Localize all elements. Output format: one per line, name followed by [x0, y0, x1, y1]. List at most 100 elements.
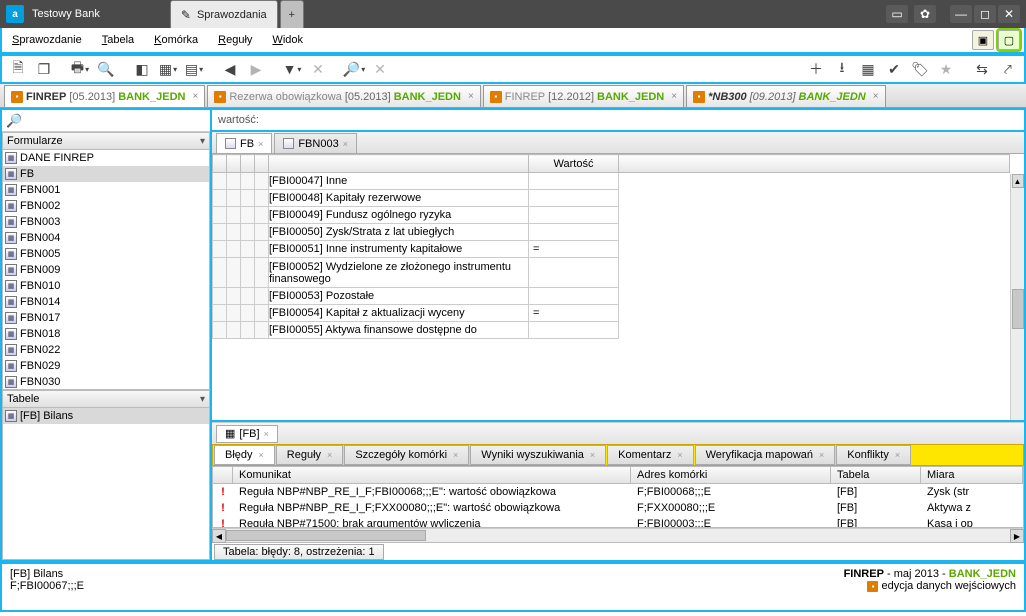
close-button[interactable]: ✕ — [998, 5, 1020, 23]
formularze-item[interactable]: FBN018 — [3, 326, 209, 342]
close-icon[interactable]: × — [677, 450, 682, 460]
toolbar-download-icon[interactable]: ⭳ — [830, 58, 854, 80]
formularze-item[interactable]: FB — [3, 166, 209, 182]
formularze-item[interactable]: FBN029 — [3, 358, 209, 374]
toolbar-clearfilter-icon[interactable]: ✕ — [306, 58, 330, 80]
formularze-item[interactable]: FBN004 — [3, 230, 209, 246]
toolbar-copy-icon[interactable]: ❐ — [32, 58, 56, 80]
row-label[interactable]: [FBI00052] Wydzielone ze złożonego instr… — [269, 258, 529, 288]
bottom-tab[interactable]: Błędy× — [214, 445, 275, 465]
close-icon[interactable]: × — [453, 450, 458, 460]
toolbar-search-icon[interactable]: 🔎 — [342, 58, 366, 80]
search-icon[interactable]: 🔎 — [6, 113, 22, 129]
bottom-tab[interactable]: Komentarz× — [607, 445, 693, 465]
toolbar-forward-icon[interactable]: ▶ — [244, 58, 268, 80]
toolbar-print-icon[interactable]: 🖶 — [68, 58, 92, 80]
close-icon[interactable]: × — [343, 139, 348, 149]
window-tab-sprawozdania[interactable]: ✎ Sprawozdania — [170, 0, 278, 28]
document-tab[interactable]: ▪ Rezerwa obowiązkowa [05.2013] BANK_JED… — [207, 85, 480, 107]
close-icon[interactable]: × — [590, 450, 595, 460]
value-cell[interactable] — [529, 173, 619, 190]
row-label[interactable]: [FBI00054] Kapitał z aktualizacji wyceny — [269, 305, 529, 322]
tabele-header[interactable]: Tabele ▾ — [2, 390, 210, 408]
horizontal-scrollbar[interactable]: ◀▶ — [212, 528, 1024, 542]
menu-widok[interactable]: Widok — [262, 30, 313, 50]
vertical-scrollbar[interactable]: ▲ — [1010, 174, 1024, 420]
close-icon[interactable]: × — [873, 91, 879, 102]
toolbar-tag-icon[interactable]: 🏷 — [908, 58, 932, 80]
formularze-item[interactable]: FBN022 — [3, 342, 209, 358]
close-icon[interactable]: × — [895, 450, 900, 460]
maximize-button[interactable]: ◻ — [974, 5, 996, 23]
toolbar-row-icon[interactable]: ▤ — [182, 58, 206, 80]
formularze-item[interactable]: FBN010 — [3, 278, 209, 294]
close-icon[interactable]: × — [819, 450, 824, 460]
close-icon[interactable]: × — [259, 450, 264, 460]
formularze-item[interactable]: FBN017 — [3, 310, 209, 326]
document-tab[interactable]: ▪ *NB300 [09.2013] BANK_JEDN × — [686, 85, 886, 107]
form-tab-fb[interactable]: FB× — [216, 133, 272, 153]
toolbar-check-icon[interactable]: ✔ — [882, 58, 906, 80]
close-icon[interactable]: × — [468, 91, 474, 102]
toolbar-link-icon[interactable]: ⇆ — [970, 58, 994, 80]
panel-toggle-1[interactable]: ▣ — [972, 30, 994, 50]
toolbar-edit-icon[interactable]: ◧ — [130, 58, 154, 80]
row-label[interactable]: [FBI00049] Fundusz ogólnego ryzyka — [269, 207, 529, 224]
menu-sprawozdanie[interactable]: Sprawozdanie — [2, 30, 92, 50]
row-label[interactable]: [FBI00047] Inne — [269, 173, 529, 190]
minimize-button[interactable]: — — [950, 5, 972, 23]
panel-toggle-2[interactable]: ▢ — [998, 30, 1020, 50]
new-tab-button[interactable]: + — [280, 0, 304, 28]
toolbar-back-icon[interactable]: ◀ — [218, 58, 242, 80]
formularze-item[interactable]: FBN014 — [3, 294, 209, 310]
row-label[interactable]: [FBI00050] Zysk/Strata z lat ubiegłych — [269, 224, 529, 241]
close-icon[interactable]: × — [327, 450, 332, 460]
menu-reguly[interactable]: Reguły — [208, 30, 262, 50]
menu-tabela[interactable]: Tabela — [92, 30, 144, 50]
formularze-item[interactable]: FBN002 — [3, 198, 209, 214]
crumb-tab[interactable]: ▦[FB]× — [216, 425, 278, 443]
document-tab[interactable]: ▪ FINREP [12.2012] BANK_JEDN × — [483, 85, 684, 107]
form-tab-fbn003[interactable]: FBN003× — [274, 133, 357, 153]
layout-icon[interactable]: ▭ — [886, 5, 908, 23]
bottom-tab[interactable]: Konflikty× — [836, 445, 911, 465]
formularze-item[interactable]: FBN003 — [3, 214, 209, 230]
close-icon[interactable]: × — [258, 139, 263, 149]
toolbar-add-icon[interactable]: ＋ — [804, 58, 828, 80]
bottom-tab[interactable]: Reguły× — [276, 445, 344, 465]
row-label[interactable]: [FBI00051] Inne instrumenty kapitałowe — [269, 241, 529, 258]
toolbar-clearsearch-icon[interactable]: ✕ — [368, 58, 392, 80]
value-cell[interactable] — [529, 207, 619, 224]
bottom-tab[interactable]: Weryfikacja mapowań× — [695, 445, 836, 465]
message-row[interactable]: !Reguła NBP#NBP_RE_I_F;FXX00080;;;E": wa… — [213, 500, 1023, 516]
row-label[interactable]: [FBI00053] Pozostałe — [269, 288, 529, 305]
value-cell[interactable] — [529, 322, 619, 339]
formularze-header[interactable]: Formularze ▾ — [2, 132, 210, 150]
formularze-item[interactable]: FBN009 — [3, 262, 209, 278]
formularze-item[interactable]: DANE FINREP — [3, 150, 209, 166]
value-cell[interactable]: = — [529, 241, 619, 258]
close-icon[interactable]: × — [671, 91, 677, 102]
toolbar-star-icon[interactable]: ★ — [934, 58, 958, 80]
toolbar-export-icon[interactable]: ⤤ — [996, 58, 1020, 80]
document-tab-active[interactable]: ▪ FINREP [05.2013] BANK_JEDN × — [4, 85, 205, 107]
message-row[interactable]: !Reguła NBP#71500: brak argumentów wylic… — [213, 516, 1023, 528]
toolbar-grid-icon[interactable]: ▦ — [156, 58, 180, 80]
row-label[interactable]: [FBI00055] Aktywa finansowe dostępne do — [269, 322, 529, 339]
message-row[interactable]: !Reguła NBP#NBP_RE_I_F;FBI00068;;;E": wa… — [213, 484, 1023, 500]
bottom-tab[interactable]: Wyniki wyszukiwania× — [470, 445, 606, 465]
formularze-item[interactable]: FBN001 — [3, 182, 209, 198]
toolbar-calc-icon[interactable]: ▦ — [856, 58, 880, 80]
menu-komorka[interactable]: Komórka — [144, 30, 208, 50]
close-icon[interactable]: × — [264, 429, 269, 439]
formularze-item[interactable]: FBN005 — [3, 246, 209, 262]
toolbar-filter-icon[interactable]: ▼ — [280, 58, 304, 80]
toolbar-preview-icon[interactable]: 🔍 — [94, 58, 118, 80]
close-icon[interactable]: × — [192, 91, 198, 102]
value-cell[interactable]: = — [529, 305, 619, 322]
row-label[interactable]: [FBI00048] Kapitały rezerwowe — [269, 190, 529, 207]
toolbar-new-icon[interactable]: 🗎 — [6, 58, 30, 80]
formularze-item[interactable]: FBN030 — [3, 374, 209, 390]
value-cell[interactable] — [529, 224, 619, 241]
tabele-item[interactable]: [FB] Bilans — [3, 408, 209, 424]
